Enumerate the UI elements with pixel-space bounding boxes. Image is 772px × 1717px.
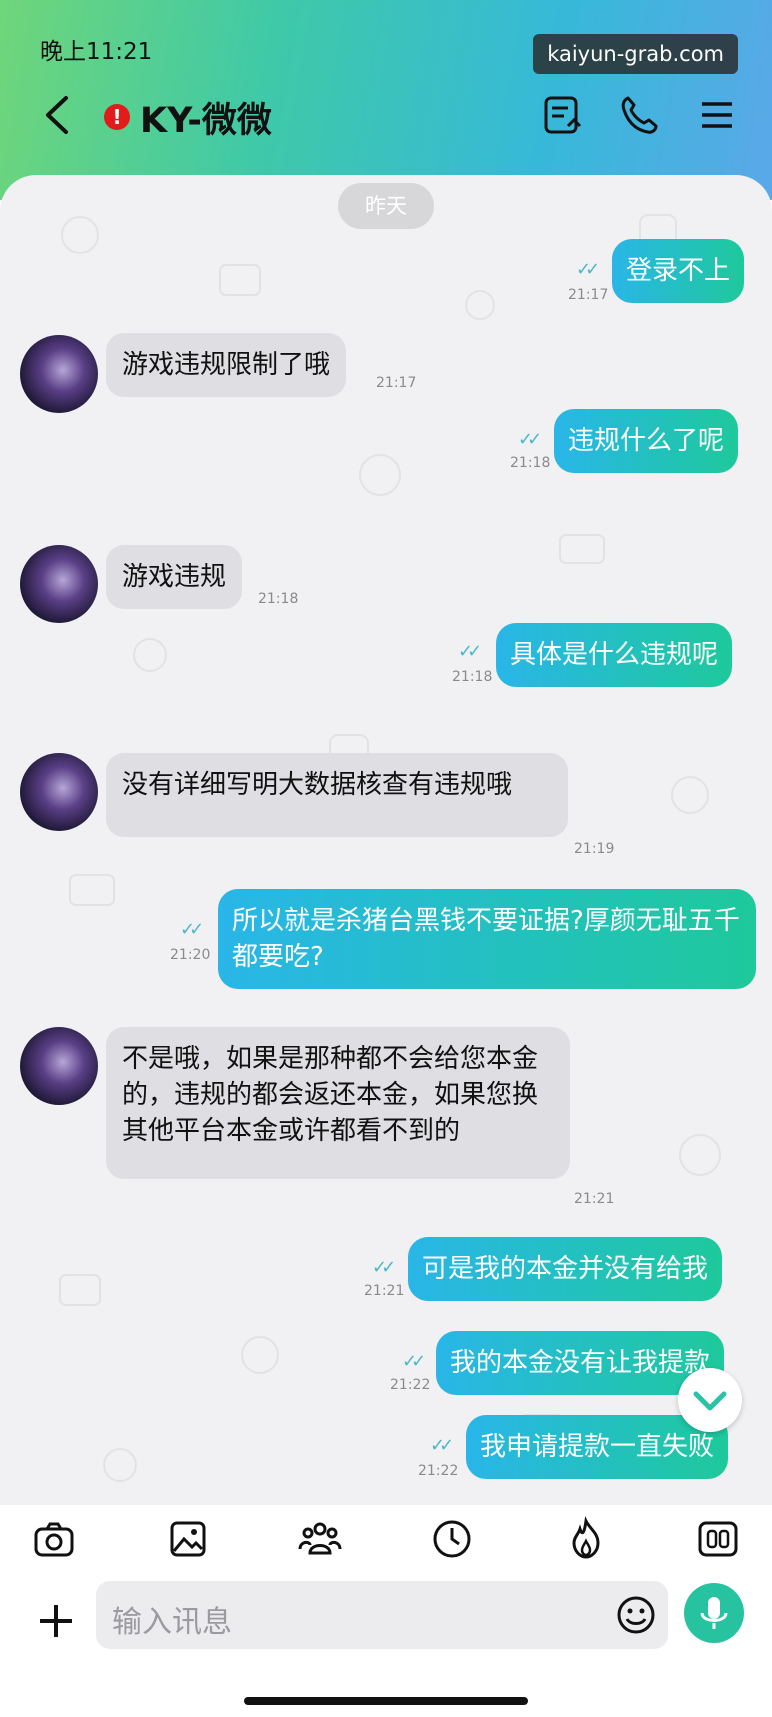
clock-icon[interactable] — [428, 1515, 476, 1563]
read-ticks-icon: ✓✓ — [576, 259, 600, 280]
watermark: kaiyun-grab.com — [533, 34, 738, 74]
back-arrow-icon[interactable] — [38, 92, 78, 138]
message-time: 21:17 — [568, 287, 609, 303]
message-time: 21:22 — [390, 1377, 431, 1393]
message-time: 21:19 — [574, 841, 615, 857]
date-divider: 昨天 — [338, 183, 434, 229]
group-icon[interactable] — [296, 1515, 344, 1563]
read-ticks-icon: ✓✓ — [458, 641, 482, 662]
menu-icon[interactable] — [694, 92, 740, 138]
read-ticks-icon: ✓✓ — [402, 1351, 426, 1372]
chat-header: ! KY-微微 — [0, 82, 772, 152]
chat-area[interactable]: 昨天 ✓✓ 21:17 登录不上 游戏违规限制了哦 21:17 ✓✓ 21:18… — [0, 175, 772, 1505]
contact-avatar[interactable] — [20, 1027, 98, 1105]
message-time: 21:17 — [376, 375, 417, 391]
message-bubble-outgoing[interactable]: 具体是什么违规呢 — [496, 623, 733, 687]
contact-avatar[interactable] — [20, 753, 98, 831]
scroll-down-button[interactable] — [678, 1368, 742, 1432]
message-time: 21:22 — [418, 1463, 459, 1479]
contact-avatar[interactable] — [20, 335, 98, 413]
contact-name[interactable]: KY-微微 — [140, 92, 272, 143]
message-bubble-outgoing[interactable]: 可是我的本金并没有给我 — [408, 1237, 723, 1301]
read-ticks-icon: ✓✓ — [430, 1435, 454, 1456]
more-apps-icon[interactable] — [694, 1515, 742, 1563]
message-time: 21:21 — [364, 1283, 405, 1299]
message-time: 21:20 — [170, 947, 211, 963]
message-bubble-incoming[interactable]: 游戏违规 — [106, 545, 243, 609]
contact-avatar[interactable] — [20, 545, 98, 623]
microphone-button[interactable] — [684, 1583, 744, 1643]
message-time: 21:18 — [510, 455, 551, 471]
phone-icon[interactable] — [616, 92, 662, 138]
message-bubble-outgoing[interactable]: 所以就是杀猪台黑钱不要证据?厚颜无耻五千都要吃? — [218, 889, 756, 989]
message-time: 21:18 — [452, 669, 493, 685]
alert-badge-icon: ! — [104, 104, 130, 130]
message-bubble-incoming[interactable]: 没有详细写明大数据核查有违规哦 — [106, 753, 568, 837]
plus-icon[interactable] — [30, 1595, 82, 1647]
message-bubble-outgoing[interactable]: 违规什么了呢 — [554, 409, 739, 473]
microphone-icon — [700, 1597, 728, 1629]
message-input[interactable]: 输入讯息 — [96, 1581, 668, 1649]
chevron-down-icon — [693, 1391, 727, 1411]
message-time: 21:18 — [258, 591, 299, 607]
message-bubble-incoming[interactable]: 不是哦，如果是那种都不会给您本金的，违规的都会返还本金，如果您换其他平台本金或许… — [106, 1027, 570, 1179]
read-ticks-icon: ✓✓ — [180, 919, 204, 940]
notes-icon[interactable] — [540, 92, 586, 138]
attachment-toolbar — [0, 1505, 772, 1575]
composer: 输入讯息 — [0, 1575, 772, 1685]
camera-icon[interactable] — [30, 1515, 78, 1563]
home-indicator[interactable] — [244, 1697, 528, 1705]
message-bubble-outgoing[interactable]: 登录不上 — [612, 239, 745, 303]
status-time: 晚上11:21 — [40, 39, 153, 65]
read-ticks-icon: ✓✓ — [372, 1257, 396, 1278]
read-ticks-icon: ✓✓ — [518, 429, 542, 450]
message-bubble-incoming[interactable]: 游戏违规限制了哦 — [106, 333, 347, 397]
message-input-placeholder: 输入讯息 — [112, 1605, 232, 1640]
image-icon[interactable] — [164, 1515, 212, 1563]
flame-icon[interactable] — [562, 1515, 610, 1563]
emoji-icon[interactable] — [614, 1593, 658, 1637]
message-time: 21:21 — [574, 1191, 615, 1207]
